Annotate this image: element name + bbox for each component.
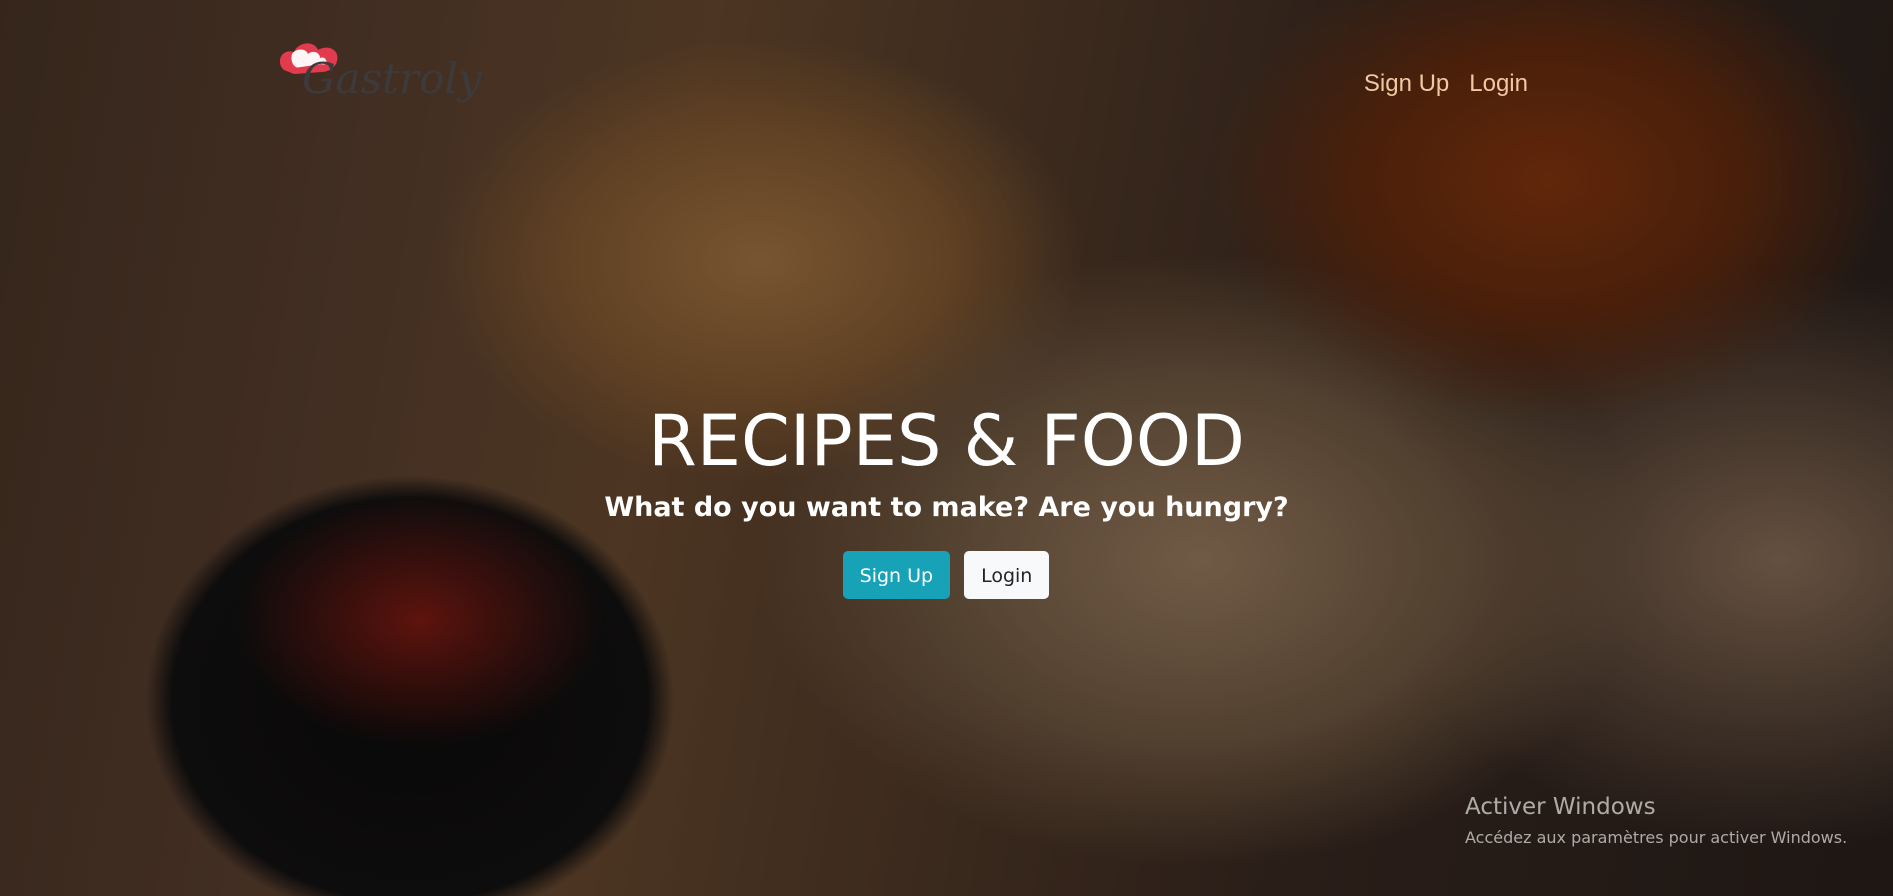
hero-subtitle: What do you want to make? Are you hungry… [604,491,1289,523]
watermark-subtitle: Accédez aux paramètres pour activer Wind… [1465,828,1848,847]
brand-name: Gastroly [302,54,482,103]
windows-activation-watermark: Activer Windows Accédez aux paramètres p… [1465,794,1847,847]
hero-content: RECIPES & FOOD What do you want to make?… [0,400,1893,599]
nav-signup-link[interactable]: Sign Up [1364,70,1449,98]
login-button[interactable]: Login [964,550,1050,599]
signup-button[interactable]: Sign Up [842,550,951,599]
hero-title: RECIPES & FOOD [648,400,1245,482]
watermark-title: Activer Windows [1465,794,1656,820]
top-nav: Sign Up Login [1364,70,1528,98]
hero-buttons: Sign Up Login [0,550,1893,599]
nav-login-link[interactable]: Login [1469,70,1528,98]
hero-section: Gastroly Sign Up Login RECIPES & FOOD Wh… [0,0,1893,896]
brand-logo[interactable]: Gastroly [278,40,482,120]
